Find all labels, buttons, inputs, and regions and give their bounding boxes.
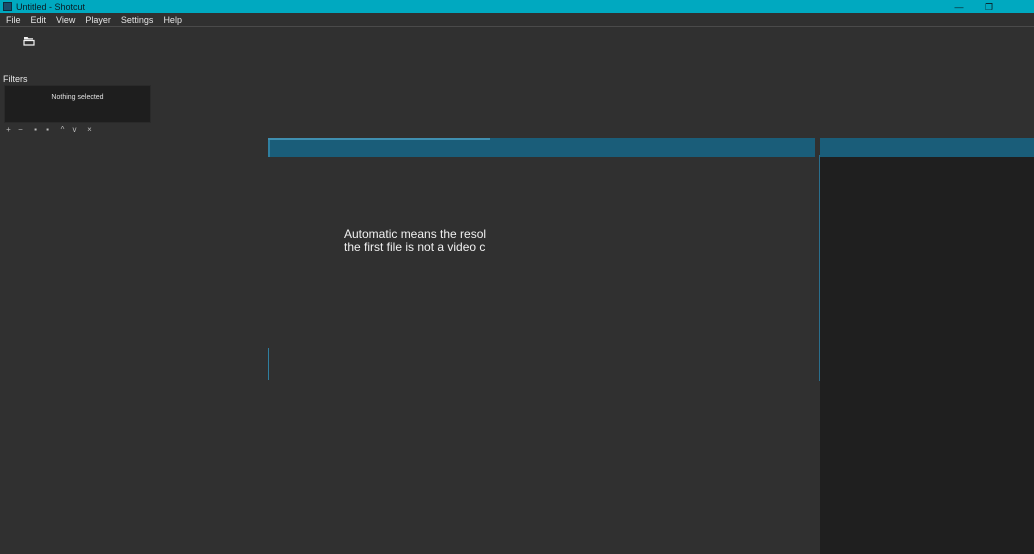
player-panel: Automatic means the resolution the first… (268, 138, 815, 554)
filter-buttons: + − ▪ ▪ ^ v × (4, 125, 97, 134)
player-edge-marker (268, 348, 269, 380)
open-file-button[interactable] (20, 33, 38, 49)
shotcut-app-icon (3, 2, 12, 11)
move-down-icon: v (72, 125, 77, 134)
remove-icon: − (18, 125, 23, 134)
player-tab-edge (268, 138, 270, 157)
restore-icon: ❐ (984, 1, 994, 12)
copy-icon: ▪ (34, 125, 37, 134)
menu-file[interactable]: File (0, 14, 25, 26)
minimize-icon: — (954, 1, 964, 12)
minimize-button[interactable]: — (944, 0, 974, 13)
menu-player[interactable]: Player (79, 14, 115, 26)
paste-filter-button[interactable]: ▪ (43, 125, 52, 134)
right-dock-tab-bar[interactable] (820, 138, 1034, 157)
filters-title: Filters (3, 74, 28, 84)
deselect-filter-button[interactable]: × (85, 125, 94, 134)
add-icon: + (6, 125, 11, 134)
add-filter-button[interactable]: + (4, 125, 13, 134)
restore-button[interactable]: ❐ (974, 0, 1004, 13)
player-tab-bar[interactable] (268, 138, 815, 157)
menu-settings[interactable]: Settings (115, 14, 158, 26)
title-bar: Untitled - Shotcut — ❐ (0, 0, 1034, 13)
menu-bar: File Edit View Player Settings Help (0, 13, 1034, 27)
folder-open-icon (23, 37, 35, 46)
resolution-note-line-2: the first file is not a video clip ( (344, 240, 486, 254)
filters-list[interactable]: Nothing selected (4, 85, 151, 123)
player-tab-highlight (268, 138, 490, 140)
menu-edit[interactable]: Edit (25, 14, 51, 26)
paste-icon: ▪ (46, 125, 49, 134)
move-filter-down-button[interactable]: v (70, 125, 79, 134)
move-up-icon: ^ (60, 125, 65, 134)
deselect-icon: × (87, 125, 92, 134)
resolution-note: Automatic means the resolution the first… (344, 228, 486, 254)
right-dock-panel (820, 138, 1034, 554)
filters-panel: Filters Nothing selected + − ▪ ▪ ^ v × (0, 70, 160, 140)
filters-empty-text: Nothing selected (51, 94, 104, 101)
menu-help[interactable]: Help (157, 14, 186, 26)
copy-filter-button[interactable]: ▪ (31, 125, 40, 134)
menu-view[interactable]: View (50, 14, 79, 26)
move-filter-up-button[interactable]: ^ (58, 125, 67, 134)
window-controls: — ❐ (944, 0, 1034, 13)
window-title: Untitled - Shotcut (16, 1, 86, 12)
close-button[interactable] (1004, 0, 1034, 13)
remove-filter-button[interactable]: − (16, 125, 25, 134)
main-toolbar (0, 27, 1034, 67)
